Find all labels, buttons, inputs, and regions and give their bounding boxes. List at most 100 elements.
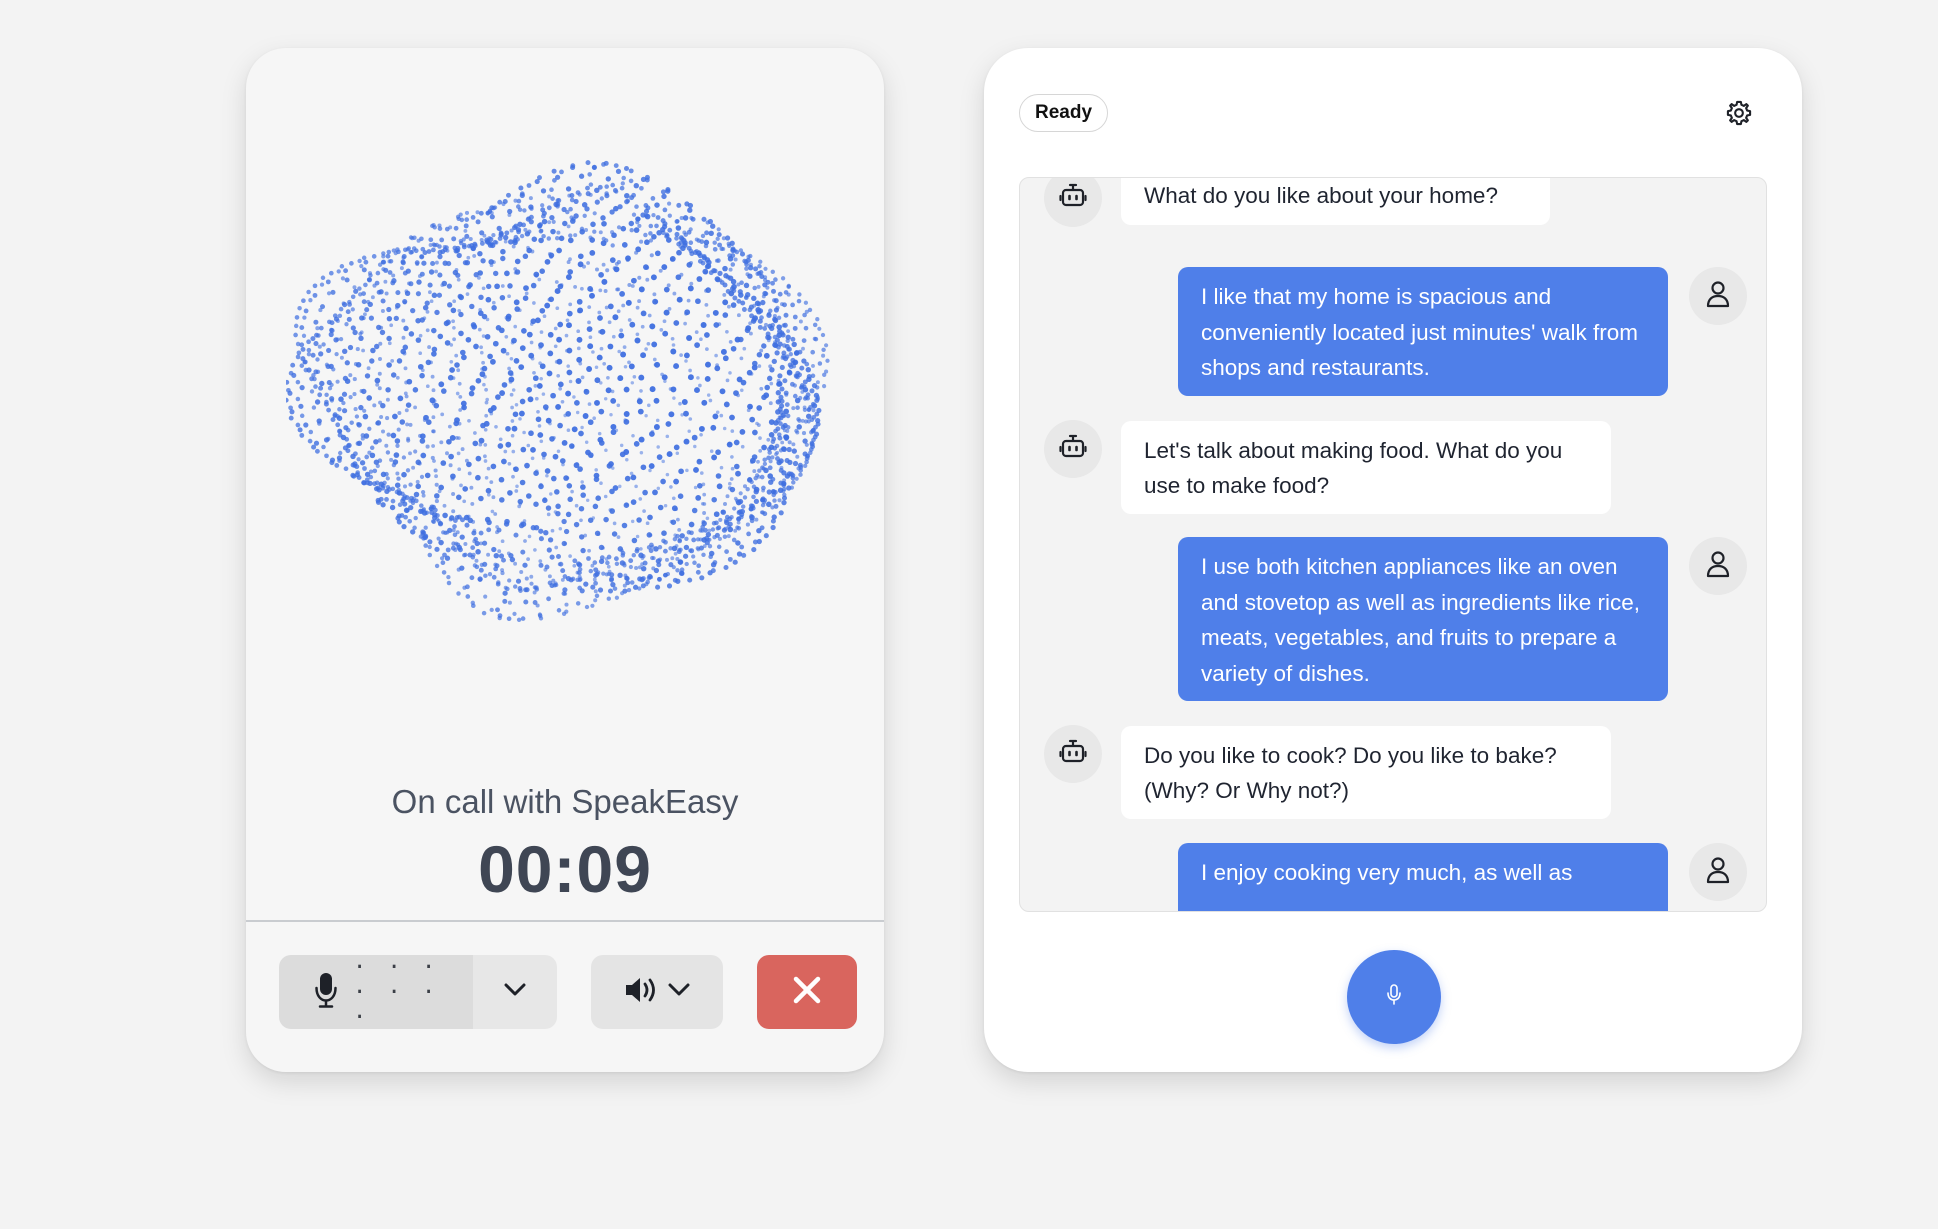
viz-dot bbox=[594, 199, 600, 205]
viz-dot bbox=[541, 392, 546, 396]
viz-dot bbox=[634, 337, 641, 344]
viz-dot bbox=[361, 255, 367, 261]
speaker-device-button[interactable] bbox=[591, 955, 723, 1029]
viz-dot bbox=[520, 549, 526, 555]
viz-dot bbox=[504, 270, 510, 277]
viz-dot bbox=[612, 266, 617, 271]
viz-dot bbox=[759, 510, 764, 515]
viz-dot bbox=[419, 503, 424, 508]
viz-dot bbox=[483, 420, 490, 427]
viz-dot bbox=[547, 194, 552, 199]
viz-dot bbox=[638, 436, 645, 443]
viz-dot bbox=[321, 444, 326, 450]
viz-dot bbox=[538, 562, 544, 568]
settings-button[interactable] bbox=[1725, 99, 1753, 127]
viz-dot bbox=[604, 557, 609, 561]
viz-dot bbox=[478, 567, 484, 573]
viz-dot bbox=[391, 273, 396, 278]
viz-dot bbox=[726, 241, 731, 246]
viz-dot bbox=[616, 535, 621, 539]
viz-dot bbox=[361, 348, 366, 353]
viz-dot bbox=[563, 413, 568, 418]
viz-dot bbox=[306, 289, 311, 295]
viz-dot bbox=[704, 230, 710, 236]
viz-dot bbox=[334, 462, 340, 468]
viz-dot bbox=[768, 459, 773, 464]
viz-dot bbox=[555, 236, 560, 241]
viz-dot bbox=[683, 321, 687, 326]
viz-dot bbox=[624, 475, 631, 482]
viz-dot bbox=[661, 538, 666, 544]
viz-dot bbox=[802, 405, 807, 410]
viz-dot bbox=[500, 255, 506, 262]
viz-dot bbox=[464, 217, 470, 222]
viz-dot bbox=[486, 552, 491, 557]
viz-dot bbox=[434, 474, 439, 479]
viz-dot bbox=[651, 341, 658, 348]
viz-dot bbox=[297, 305, 302, 311]
viz-dot bbox=[395, 375, 400, 380]
viz-dot bbox=[463, 223, 469, 229]
viz-dot bbox=[592, 229, 597, 234]
viz-dot bbox=[569, 197, 575, 203]
viz-dot bbox=[507, 283, 513, 289]
viz-dot bbox=[782, 414, 786, 419]
mute-microphone-button[interactable]: · · · · · · · bbox=[279, 955, 473, 1029]
viz-dot bbox=[801, 346, 805, 351]
viz-dot bbox=[639, 185, 644, 191]
viz-dot bbox=[599, 555, 605, 561]
viz-dot bbox=[460, 400, 467, 407]
viz-dot bbox=[537, 432, 544, 438]
viz-dot bbox=[607, 569, 612, 574]
viz-dot bbox=[759, 315, 764, 320]
viz-dot bbox=[688, 248, 694, 254]
viz-dot bbox=[592, 416, 596, 421]
viz-dot bbox=[511, 388, 516, 392]
viz-dot bbox=[437, 272, 443, 278]
viz-dot bbox=[500, 248, 506, 255]
viz-dot bbox=[673, 478, 680, 485]
viz-dot bbox=[682, 553, 689, 559]
viz-dot bbox=[562, 220, 568, 227]
user-message: I use both kitchen appliances like an ov… bbox=[1178, 537, 1668, 701]
viz-dot bbox=[493, 512, 498, 516]
viz-dot bbox=[687, 577, 693, 583]
viz-dot bbox=[407, 281, 411, 286]
viz-dot bbox=[764, 384, 770, 391]
conversation-transcript[interactable]: What do you like about your home? I like… bbox=[1019, 177, 1767, 912]
viz-dot bbox=[504, 518, 510, 525]
viz-dot bbox=[359, 330, 364, 335]
viz-dot bbox=[803, 396, 808, 401]
viz-dot bbox=[563, 528, 570, 535]
viz-dot bbox=[299, 325, 305, 331]
viz-dot bbox=[499, 294, 506, 301]
viz-dot bbox=[648, 533, 653, 537]
viz-dot bbox=[732, 559, 738, 565]
viz-dot bbox=[661, 193, 667, 200]
viz-dot bbox=[725, 378, 730, 383]
viz-dot bbox=[481, 360, 485, 365]
viz-dot bbox=[385, 253, 391, 259]
viz-dot bbox=[708, 230, 714, 237]
viz-dot bbox=[753, 498, 760, 505]
viz-dot bbox=[401, 455, 407, 460]
viz-dot bbox=[472, 243, 478, 249]
viz-dot bbox=[768, 401, 773, 406]
viz-dot bbox=[430, 519, 436, 524]
viz-dot bbox=[612, 521, 617, 526]
viz-dot bbox=[494, 424, 498, 429]
viz-dot bbox=[374, 377, 381, 384]
viz-dot bbox=[315, 369, 321, 374]
end-call-button[interactable] bbox=[757, 955, 857, 1029]
viz-dot bbox=[648, 231, 653, 236]
viz-dot bbox=[635, 220, 640, 225]
viz-dot bbox=[442, 512, 448, 519]
viz-dot bbox=[652, 357, 657, 362]
viz-dot bbox=[551, 475, 557, 482]
microphone-device-dropdown[interactable] bbox=[473, 955, 557, 1029]
viz-dot bbox=[450, 307, 457, 314]
viz-dot bbox=[605, 176, 611, 182]
record-button[interactable] bbox=[1347, 950, 1441, 1044]
viz-dot bbox=[290, 362, 296, 368]
viz-dot bbox=[666, 583, 673, 589]
